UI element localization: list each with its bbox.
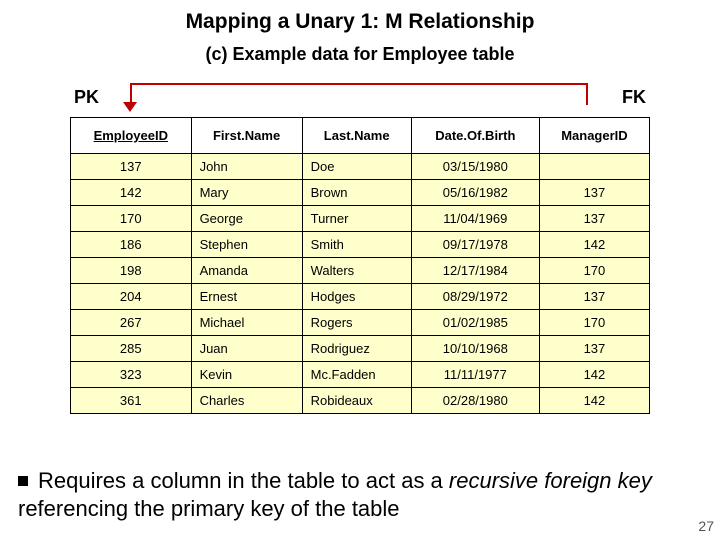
table-row: 285JuanRodriguez10/10/1968137 [71, 336, 650, 362]
cell-lastname: Doe [302, 154, 411, 180]
cell-firstname: Mary [191, 180, 302, 206]
cell-employeeid: 142 [71, 180, 192, 206]
table-header-row: EmployeeID First.Name Last.Name Date.Of.… [71, 118, 650, 154]
cell-dob: 01/02/1985 [411, 310, 539, 336]
cell-managerid: 137 [539, 284, 649, 310]
bullet-text-em: recursive foreign key [449, 468, 652, 493]
table-row: 137JohnDoe03/15/1980 [71, 154, 650, 180]
cell-firstname: Juan [191, 336, 302, 362]
cell-lastname: Rogers [302, 310, 411, 336]
col-dob: Date.Of.Birth [411, 118, 539, 154]
col-employeeid: EmployeeID [71, 118, 192, 154]
page-number: 27 [698, 518, 714, 534]
cell-firstname: Michael [191, 310, 302, 336]
slide-title: Mapping a Unary 1: M Relationship [0, 0, 720, 34]
recursive-fk-connector [130, 83, 588, 105]
table-row: 170GeorgeTurner11/04/1969137 [71, 206, 650, 232]
cell-dob: 05/16/1982 [411, 180, 539, 206]
cell-managerid: 142 [539, 232, 649, 258]
fk-label: FK [622, 87, 646, 108]
square-bullet-icon [18, 476, 28, 486]
cell-employeeid: 198 [71, 258, 192, 284]
cell-managerid: 142 [539, 388, 649, 414]
cell-firstname: Charles [191, 388, 302, 414]
table-row: 323KevinMc.Fadden11/11/1977142 [71, 362, 650, 388]
cell-managerid: 137 [539, 336, 649, 362]
cell-managerid: 170 [539, 310, 649, 336]
cell-firstname: Ernest [191, 284, 302, 310]
col-firstname: First.Name [191, 118, 302, 154]
cell-employeeid: 323 [71, 362, 192, 388]
table-row: 186StephenSmith09/17/1978142 [71, 232, 650, 258]
cell-dob: 10/10/1968 [411, 336, 539, 362]
cell-dob: 11/04/1969 [411, 206, 539, 232]
cell-managerid: 142 [539, 362, 649, 388]
cell-dob: 02/28/1980 [411, 388, 539, 414]
col-lastname: Last.Name [302, 118, 411, 154]
cell-employeeid: 170 [71, 206, 192, 232]
cell-managerid: 137 [539, 206, 649, 232]
cell-firstname: Kevin [191, 362, 302, 388]
cell-lastname: Brown [302, 180, 411, 206]
cell-firstname: George [191, 206, 302, 232]
cell-lastname: Walters [302, 258, 411, 284]
cell-lastname: Hodges [302, 284, 411, 310]
cell-lastname: Rodriguez [302, 336, 411, 362]
bullet-point: Requires a column in the table to act as… [18, 467, 698, 522]
cell-employeeid: 137 [71, 154, 192, 180]
pk-label: PK [74, 87, 99, 108]
cell-managerid: 137 [539, 180, 649, 206]
cell-managerid: 170 [539, 258, 649, 284]
table-row: 198AmandaWalters12/17/1984170 [71, 258, 650, 284]
cell-employeeid: 361 [71, 388, 192, 414]
key-connector-layer: PK FK [70, 83, 650, 117]
cell-dob: 11/11/1977 [411, 362, 539, 388]
cell-employeeid: 285 [71, 336, 192, 362]
cell-lastname: Robideaux [302, 388, 411, 414]
table-row: 267MichaelRogers01/02/1985170 [71, 310, 650, 336]
cell-firstname: Amanda [191, 258, 302, 284]
table-row: 142MaryBrown05/16/1982137 [71, 180, 650, 206]
cell-employeeid: 186 [71, 232, 192, 258]
bullet-text-pre: Requires a column in the table to act as… [38, 468, 449, 493]
cell-lastname: Smith [302, 232, 411, 258]
table-row: 361CharlesRobideaux02/28/1980142 [71, 388, 650, 414]
cell-dob: 09/17/1978 [411, 232, 539, 258]
cell-dob: 08/29/1972 [411, 284, 539, 310]
table-row: 204ErnestHodges08/29/1972137 [71, 284, 650, 310]
bullet-text-post: referencing the primary key of the table [18, 496, 400, 521]
cell-lastname: Turner [302, 206, 411, 232]
cell-lastname: Mc.Fadden [302, 362, 411, 388]
col-managerid: ManagerID [539, 118, 649, 154]
arrowhead-icon [123, 102, 137, 112]
cell-managerid [539, 154, 649, 180]
employee-table: EmployeeID First.Name Last.Name Date.Of.… [70, 117, 650, 414]
cell-dob: 03/15/1980 [411, 154, 539, 180]
cell-dob: 12/17/1984 [411, 258, 539, 284]
slide-subtitle: (c) Example data for Employee table [0, 44, 720, 65]
cell-firstname: John [191, 154, 302, 180]
cell-employeeid: 267 [71, 310, 192, 336]
cell-firstname: Stephen [191, 232, 302, 258]
cell-employeeid: 204 [71, 284, 192, 310]
